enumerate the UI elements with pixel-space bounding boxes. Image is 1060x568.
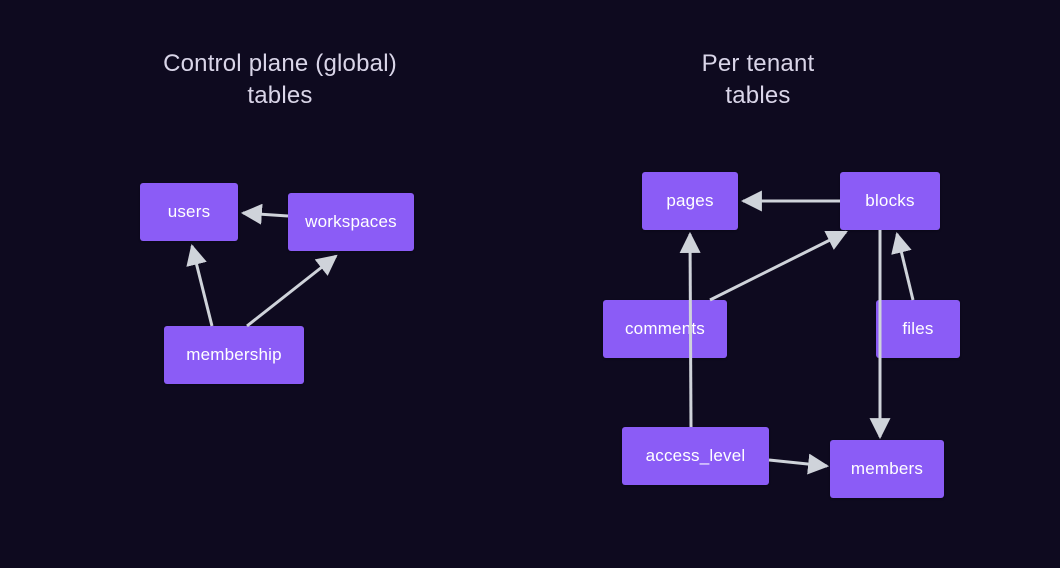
edge-comments-blocks <box>710 232 846 300</box>
node-workspaces: workspaces <box>288 193 414 251</box>
node-comments: comments <box>603 300 727 358</box>
edge-membership-workspaces <box>247 256 336 326</box>
node-membership: membership <box>164 326 304 384</box>
node-blocks: blocks <box>840 172 940 230</box>
edge-accesslevel-members <box>769 460 827 466</box>
node-members: members <box>830 440 944 498</box>
edge-workspaces-users <box>243 213 288 216</box>
node-pages: pages <box>642 172 738 230</box>
edge-membership-users <box>192 246 212 326</box>
right-section-title: Per tenant tables <box>628 48 888 113</box>
node-files: files <box>876 300 960 358</box>
left-section-title: Control plane (global) tables <box>130 48 430 113</box>
edge-files-blocks <box>897 234 913 300</box>
node-access-level: access_level <box>622 427 769 485</box>
node-users: users <box>140 183 238 241</box>
